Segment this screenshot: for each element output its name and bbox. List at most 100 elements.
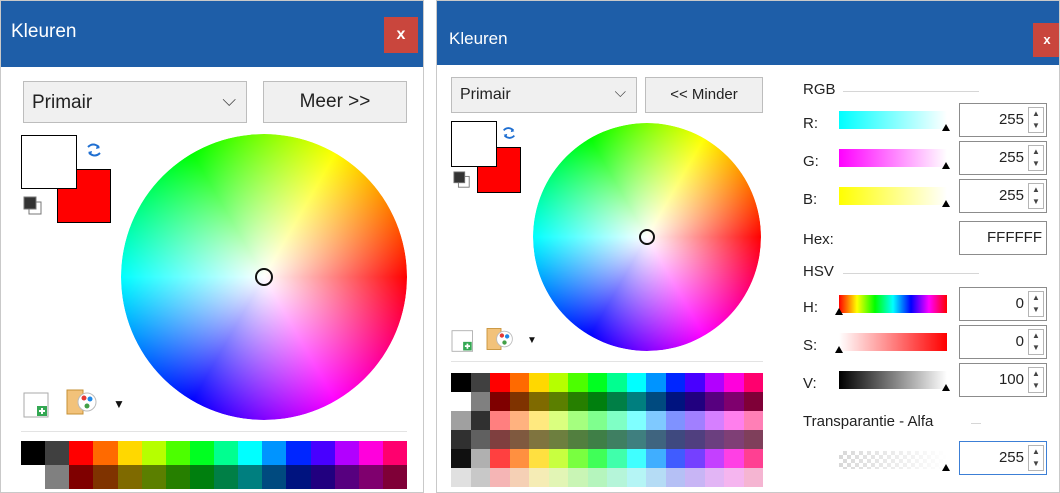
palette-swatch[interactable] <box>509 411 529 430</box>
palette-swatch[interactable] <box>451 392 471 411</box>
palette-swatch[interactable] <box>165 465 190 489</box>
reset-colors-icon[interactable] <box>23 196 43 216</box>
color-wheel[interactable] <box>121 134 407 420</box>
palette-swatch[interactable] <box>626 449 646 468</box>
palette-swatch[interactable] <box>568 430 588 449</box>
palette-swatch[interactable] <box>685 373 705 392</box>
add-palette-icon[interactable] <box>23 391 53 419</box>
palette-menu-icon[interactable]: ▼ <box>113 397 125 411</box>
palette-swatch[interactable] <box>334 465 359 489</box>
palette-swatch[interactable] <box>262 465 287 489</box>
palette-swatch[interactable] <box>587 392 607 411</box>
palette-swatch[interactable] <box>587 449 607 468</box>
palette-swatch[interactable] <box>470 468 490 487</box>
palette-swatch[interactable] <box>141 441 166 465</box>
palette-swatch[interactable] <box>451 449 471 468</box>
palette-swatch[interactable] <box>607 449 627 468</box>
color-palette[interactable] <box>21 441 407 489</box>
palette-swatch[interactable] <box>685 449 705 468</box>
palette-swatch[interactable] <box>665 411 685 430</box>
palette-swatch[interactable] <box>262 441 287 465</box>
palette-icon[interactable] <box>485 325 517 353</box>
palette-swatch[interactable] <box>69 465 94 489</box>
palette-swatch[interactable] <box>568 449 588 468</box>
alpha-slider[interactable] <box>839 451 947 469</box>
hue-input[interactable]: 0 ▲ ▼ <box>959 287 1047 321</box>
palette-swatch[interactable] <box>646 468 666 487</box>
saturation-slider-thumb[interactable] <box>835 346 843 353</box>
primary-color-swatch[interactable] <box>451 121 497 167</box>
palette-swatch[interactable] <box>358 441 383 465</box>
palette-swatch[interactable] <box>548 449 568 468</box>
palette-swatch[interactable] <box>189 465 214 489</box>
palette-swatch[interactable] <box>509 430 529 449</box>
palette-swatch[interactable] <box>607 468 627 487</box>
palette-swatch[interactable] <box>587 411 607 430</box>
palette-swatch[interactable] <box>165 441 190 465</box>
palette-swatch[interactable] <box>238 441 263 465</box>
saturation-input[interactable]: 0 ▲ ▼ <box>959 325 1047 359</box>
color-wheel-marker[interactable] <box>639 229 655 245</box>
palette-swatch[interactable] <box>743 411 763 430</box>
blue-input[interactable]: 255 ▲ ▼ <box>959 179 1047 213</box>
palette-swatch[interactable] <box>310 441 335 465</box>
primary-color-swatch[interactable] <box>21 135 77 189</box>
palette-swatch[interactable] <box>548 411 568 430</box>
spinner-arrows[interactable]: ▲ ▼ <box>1028 107 1044 133</box>
color-mode-select[interactable]: Primair ⌵ <box>451 77 637 113</box>
palette-swatch[interactable] <box>704 449 724 468</box>
palette-swatch[interactable] <box>45 465 70 489</box>
palette-swatch[interactable] <box>451 430 471 449</box>
palette-swatch[interactable] <box>286 465 311 489</box>
palette-swatch[interactable] <box>724 411 744 430</box>
palette-swatch[interactable] <box>548 392 568 411</box>
palette-swatch[interactable] <box>529 392 549 411</box>
palette-swatch[interactable] <box>529 449 549 468</box>
palette-swatch[interactable] <box>310 465 335 489</box>
reset-colors-icon[interactable] <box>453 171 471 189</box>
palette-swatch[interactable] <box>665 449 685 468</box>
palette-swatch[interactable] <box>626 468 646 487</box>
value-input[interactable]: 100 ▲ ▼ <box>959 363 1047 397</box>
palette-swatch[interactable] <box>141 465 166 489</box>
palette-menu-icon[interactable]: ▼ <box>527 335 537 346</box>
palette-swatch[interactable] <box>117 441 142 465</box>
spinner-arrows[interactable]: ▲ ▼ <box>1028 445 1044 471</box>
palette-swatch[interactable] <box>21 465 46 489</box>
palette-swatch[interactable] <box>490 468 510 487</box>
hex-input[interactable]: FFFFFF <box>959 221 1047 255</box>
palette-swatch[interactable] <box>724 373 744 392</box>
spinner-arrows[interactable]: ▲ ▼ <box>1028 367 1044 393</box>
less-button[interactable]: << Minder <box>645 77 763 113</box>
spinner-arrows[interactable]: ▲ ▼ <box>1028 183 1044 209</box>
hue-slider[interactable] <box>839 295 947 313</box>
palette-swatch[interactable] <box>743 449 763 468</box>
palette-swatch[interactable] <box>724 449 744 468</box>
palette-swatch[interactable] <box>704 411 724 430</box>
palette-swatch[interactable] <box>607 392 627 411</box>
palette-swatch[interactable] <box>626 430 646 449</box>
value-slider-thumb[interactable] <box>942 384 950 391</box>
palette-swatch[interactable] <box>685 430 705 449</box>
palette-swatch[interactable] <box>490 449 510 468</box>
add-palette-icon[interactable] <box>451 329 477 353</box>
palette-swatch[interactable] <box>704 392 724 411</box>
palette-swatch[interactable] <box>646 449 666 468</box>
palette-swatch[interactable] <box>45 441 70 465</box>
hue-slider-thumb[interactable] <box>835 308 843 315</box>
palette-swatch[interactable] <box>93 441 118 465</box>
palette-swatch[interactable] <box>685 411 705 430</box>
palette-swatch[interactable] <box>382 465 407 489</box>
palette-swatch[interactable] <box>509 373 529 392</box>
close-button[interactable]: x <box>1033 23 1059 57</box>
palette-swatch[interactable] <box>490 392 510 411</box>
palette-swatch[interactable] <box>189 441 214 465</box>
red-input[interactable]: 255 ▲ ▼ <box>959 103 1047 137</box>
palette-swatch[interactable] <box>665 373 685 392</box>
palette-swatch[interactable] <box>548 468 568 487</box>
color-wheel[interactable] <box>533 123 761 351</box>
blue-slider[interactable] <box>839 187 947 205</box>
palette-swatch[interactable] <box>626 373 646 392</box>
palette-swatch[interactable] <box>509 468 529 487</box>
palette-swatch[interactable] <box>470 430 490 449</box>
